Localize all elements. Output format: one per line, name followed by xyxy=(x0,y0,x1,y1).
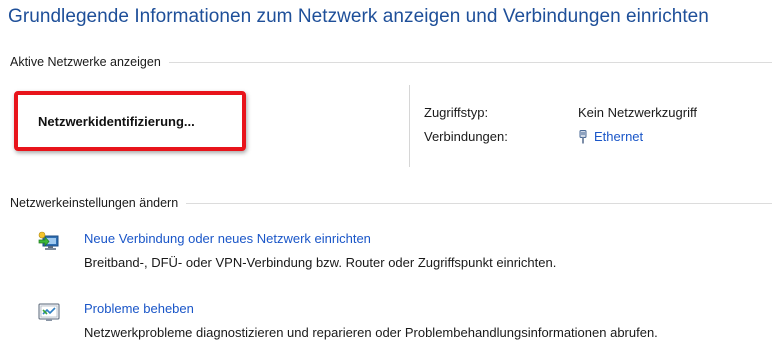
network-identification-box[interactable]: Netzwerkidentifizierung... xyxy=(14,91,246,151)
new-connection-description: Breitband-, DFÜ- oder VPN-Verbindung bzw… xyxy=(84,255,557,270)
task-troubleshoot: Probleme beheben Netzwerkprobleme diagno… xyxy=(38,301,758,361)
troubleshoot-icon xyxy=(38,301,60,323)
section-divider xyxy=(186,202,772,204)
new-connection-icon xyxy=(38,231,60,253)
network-name: Netzwerkidentifizierung... xyxy=(38,113,195,129)
new-connection-link[interactable]: Neue Verbindung oder neues Netzwerk einr… xyxy=(84,231,371,246)
network-settings-header-label: Netzwerkeinstellungen ändern xyxy=(10,196,179,210)
network-settings-header: Netzwerkeinstellungen ändern xyxy=(10,196,772,210)
network-sharing-center: Grundlegende Informationen zum Netzwerk … xyxy=(0,0,780,361)
troubleshoot-link[interactable]: Probleme beheben xyxy=(84,301,194,316)
task-new-connection: Neue Verbindung oder neues Netzwerk einr… xyxy=(38,231,758,279)
troubleshoot-description: Netzwerkprobleme diagnostizieren und rep… xyxy=(84,325,658,340)
vertical-divider xyxy=(409,85,410,167)
ethernet-link[interactable]: Ethernet xyxy=(594,129,643,144)
active-networks-header: Aktive Netzwerke anzeigen xyxy=(10,55,772,69)
ethernet-icon xyxy=(578,129,588,144)
connections-value[interactable]: Ethernet xyxy=(578,129,643,144)
access-type-label: Zugriffstyp: xyxy=(424,105,489,120)
connections-label: Verbindungen: xyxy=(424,129,508,144)
active-networks-header-label: Aktive Netzwerke anzeigen xyxy=(10,55,161,69)
page-title: Grundlegende Informationen zum Netzwerk … xyxy=(8,6,709,27)
section-divider xyxy=(168,61,772,63)
access-type-value: Kein Netzwerkzugriff xyxy=(578,105,697,120)
